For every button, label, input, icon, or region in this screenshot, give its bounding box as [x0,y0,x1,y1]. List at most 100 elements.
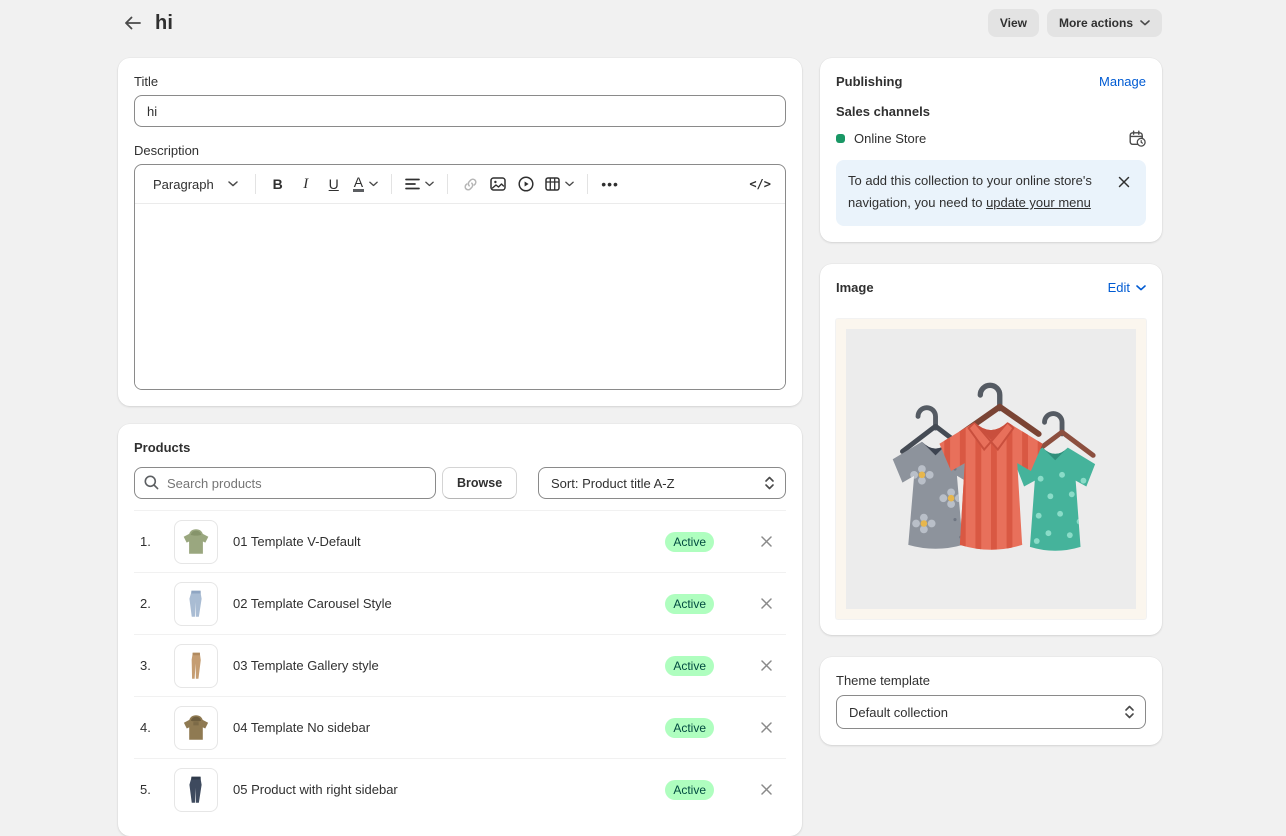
search-products-input[interactable] [134,467,436,499]
sales-channels-heading: Sales channels [836,104,1146,119]
view-button[interactable]: View [988,9,1039,37]
toolbar-divider [391,174,392,194]
status-badge: Active [665,718,714,738]
underline-icon: U [329,176,339,192]
link-icon [463,177,478,192]
title-label: Title [134,74,786,89]
collection-image[interactable] [846,329,1136,609]
tan-pants-image [179,649,213,683]
products-heading: Products [134,440,786,455]
description-editor: Paragraph B I U A [134,164,786,390]
toolbar-divider [447,174,448,194]
remove-product-button[interactable] [752,590,780,618]
status-badge: Active [665,532,714,552]
remove-product-button[interactable] [752,776,780,804]
product-title: 03 Template Gallery style [233,658,665,673]
more-actions-button[interactable]: More actions [1047,9,1162,37]
close-icon [761,784,772,795]
product-row: 2. 02 Template Carousel Style Active [134,572,786,634]
theme-template-label: Theme template [836,673,1146,688]
channel-status-dot [836,134,845,143]
more-actions-label: More actions [1059,17,1133,29]
product-list: 1. 01 Template V-Default Active 2. [134,510,786,820]
paragraph-style-label: Paragraph [153,177,214,192]
close-icon [761,536,772,547]
sort-caret-icon [1124,705,1135,719]
browse-button[interactable]: Browse [442,467,517,499]
product-row: 1. 01 Template V-Default Active [134,510,786,572]
product-row: 3. 03 Template Gallery style Active [134,634,786,696]
theme-template-card: Theme template Default collection [820,657,1162,745]
show-html-button[interactable]: </> [745,170,775,198]
edit-link-label: Edit [1108,280,1130,295]
insert-video-button[interactable] [513,170,539,198]
manage-link[interactable]: Manage [1099,74,1146,89]
product-title: 05 Product with right sidebar [233,782,665,797]
insert-image-button[interactable] [485,170,511,198]
close-icon [1118,176,1130,188]
status-badge: Active [665,780,714,800]
editor-toolbar: Paragraph B I U A [135,165,785,204]
product-title: 02 Template Carousel Style [233,596,665,611]
update-menu-link[interactable]: update your menu [986,195,1091,210]
underline-button[interactable]: U [321,170,347,198]
image-heading: Image [836,280,874,295]
product-thumbnail [174,706,218,750]
sort-select[interactable]: Sort: Product title A-Z [538,467,786,499]
product-thumbnail [174,768,218,812]
remove-product-button[interactable] [752,652,780,680]
status-badge: Active [665,594,714,614]
schedule-calendar-icon[interactable] [1129,130,1146,147]
italic-button[interactable]: I [293,170,319,198]
code-icon: </> [749,177,771,191]
paragraph-style-dropdown[interactable]: Paragraph [145,170,246,198]
row-index: 3. [140,658,158,673]
channel-row: Online Store [836,130,1146,147]
product-row: 4. 04 Template No sidebar Active [134,696,786,758]
image-card: Image Edit [820,264,1162,635]
sort-select-value: Sort: Product title A-Z [551,476,675,491]
ellipsis-icon: ••• [601,176,619,192]
chevron-down-icon [228,181,238,187]
bold-button[interactable]: B [265,170,291,198]
shirts-illustration [846,329,1136,609]
image-icon [490,177,506,191]
row-index: 1. [140,534,158,549]
text-color-icon: A [353,176,364,192]
publishing-card: Publishing Manage Sales channels Online … [820,58,1162,242]
link-button[interactable] [457,170,483,198]
product-row: 5. 05 Product with right sidebar Active [134,758,786,820]
top-bar: hi View More actions [0,0,1286,46]
remove-product-button[interactable] [752,528,780,556]
light-jeans-image [179,587,213,621]
view-button-label: View [1000,17,1027,29]
remove-product-button[interactable] [752,714,780,742]
text-color-button[interactable]: A [349,170,382,198]
close-icon [761,598,772,609]
product-title: 04 Template No sidebar [233,720,665,735]
row-index: 2. [140,596,158,611]
theme-template-value: Default collection [849,705,948,720]
chevron-down-icon [565,181,574,187]
banner-message: To add this collection to your online st… [848,170,1108,214]
product-thumbnail [174,644,218,688]
back-button[interactable] [118,9,146,37]
close-icon [761,722,772,733]
page-title: hi [155,12,173,35]
dismiss-banner-button[interactable] [1112,170,1136,194]
collection-details-card: Title Description Paragraph B I U A [118,58,802,406]
edit-image-button[interactable]: Edit [1108,280,1146,295]
title-input[interactable] [134,95,786,127]
theme-template-select[interactable]: Default collection [836,695,1146,729]
alignment-button[interactable] [401,170,438,198]
italic-icon: I [303,176,308,193]
more-formatting-button[interactable]: ••• [597,170,623,198]
table-icon [545,177,560,191]
insert-table-button[interactable] [541,170,578,198]
description-textarea[interactable] [135,204,785,389]
chevron-down-icon [369,181,378,187]
row-index: 4. [140,720,158,735]
row-index: 5. [140,782,158,797]
search-icon [144,475,159,490]
products-card: Products Browse Sort: Product title A-Z [118,424,802,836]
